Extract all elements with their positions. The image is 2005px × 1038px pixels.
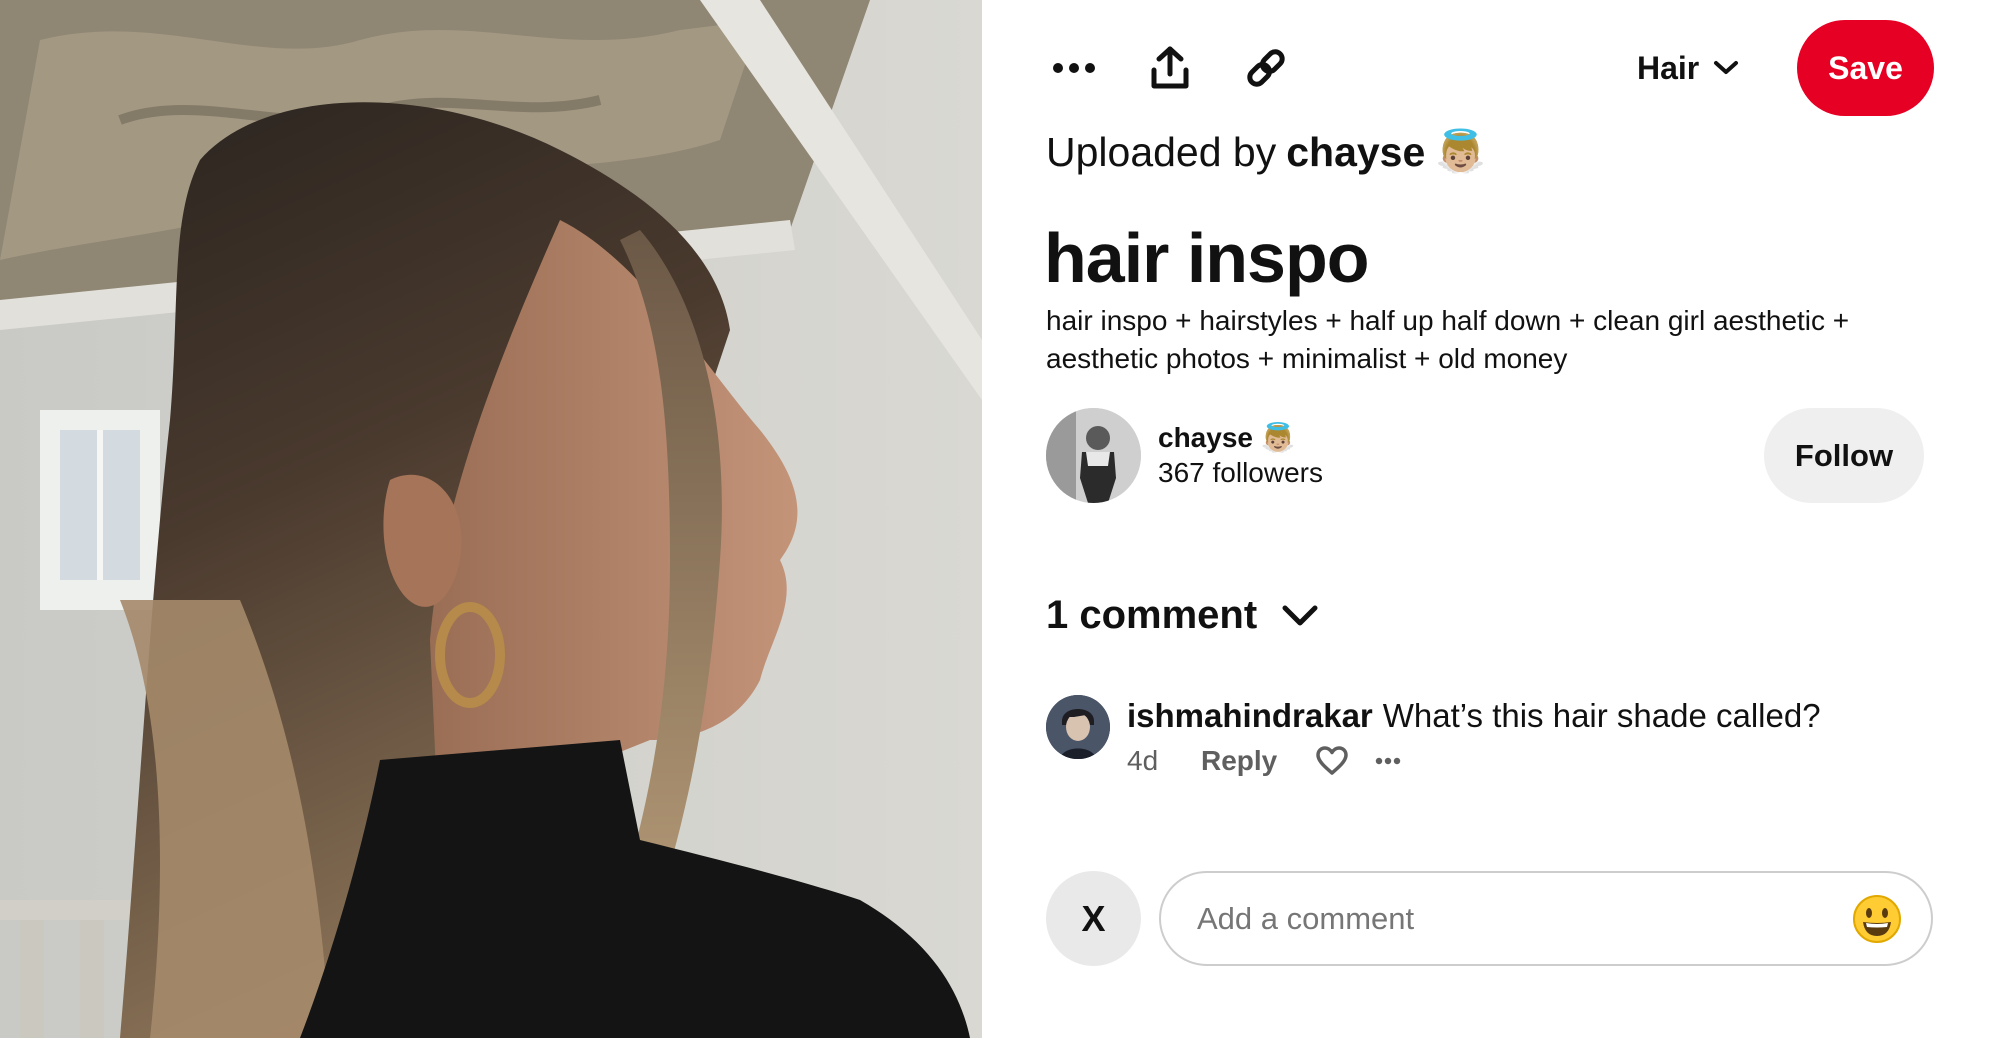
board-select-label: Hair xyxy=(1637,49,1700,86)
comment-text: ishmahindrakar What’s this hair shade cal… xyxy=(1127,697,1821,735)
share-upload-icon xyxy=(1151,46,1189,89)
commenter-avatar[interactable] xyxy=(1046,695,1110,759)
uploader-name-link[interactable]: chayse xyxy=(1286,129,1425,176)
comments-toggle[interactable]: 1 comment xyxy=(1046,593,1319,638)
comments-heading: 1 comment xyxy=(1046,593,1258,637)
commenter-name-link[interactable]: ishmahindrakar xyxy=(1127,697,1373,734)
save-button[interactable]: Save xyxy=(1797,20,1934,116)
comment-body: What’s this hair shade called? xyxy=(1382,697,1821,734)
copy-link-button[interactable] xyxy=(1226,28,1306,108)
pin-title: hair inspo xyxy=(1044,219,1369,297)
chevron-down-icon xyxy=(1714,61,1739,74)
more-horizontal-icon xyxy=(1053,63,1095,73)
board-select-dropdown[interactable]: Hair xyxy=(1637,38,1739,98)
creator-followers-count: 367 followers xyxy=(1158,457,1323,488)
pin-photo xyxy=(0,0,982,1038)
heart-icon xyxy=(1316,746,1348,775)
smiley-emoji-icon xyxy=(1853,895,1901,943)
follow-button[interactable]: Follow xyxy=(1764,408,1924,503)
uploader-emoji: 👼🏼 xyxy=(1435,128,1487,174)
comment-composer xyxy=(1159,871,1933,966)
comment-item: ishmahindrakar What’s this hair shade cal… xyxy=(1046,695,1946,785)
comment-input[interactable] xyxy=(1197,893,1837,945)
like-comment-button[interactable] xyxy=(1315,746,1375,776)
uploaded-by-line: Uploaded by chayse 👼🏼 xyxy=(1046,128,1486,176)
creator-avatar-photo xyxy=(1046,408,1141,503)
pin-description: hair inspo + hairstyles + half up half d… xyxy=(1046,305,1850,374)
comment-timestamp: 4d xyxy=(1127,745,1159,776)
chevron-down-icon xyxy=(1282,605,1318,625)
current-user-avatar[interactable]: X xyxy=(1046,871,1141,966)
pin-detail-panel: Hair Save Uploaded by chayse 👼🏼 hair ins… xyxy=(982,0,2005,1038)
reply-button[interactable]: Reply xyxy=(1201,745,1315,777)
link-chain-icon xyxy=(1247,49,1285,87)
creator-name-link[interactable]: chayse 👼🏼 xyxy=(1158,421,1296,454)
uploaded-by-prefix: Uploaded by xyxy=(1046,128,1277,175)
emoji-picker-button[interactable] xyxy=(1851,893,1903,945)
comment-meta: 4d Reply xyxy=(1127,745,1401,777)
commenter-avatar-photo xyxy=(1046,695,1110,759)
creator-avatar[interactable] xyxy=(1046,408,1141,503)
share-button[interactable] xyxy=(1130,28,1210,108)
comment-more-button[interactable] xyxy=(1375,757,1401,765)
more-options-button[interactable] xyxy=(1034,28,1114,108)
more-horizontal-icon xyxy=(1375,757,1401,765)
pin-image[interactable] xyxy=(0,0,982,1038)
